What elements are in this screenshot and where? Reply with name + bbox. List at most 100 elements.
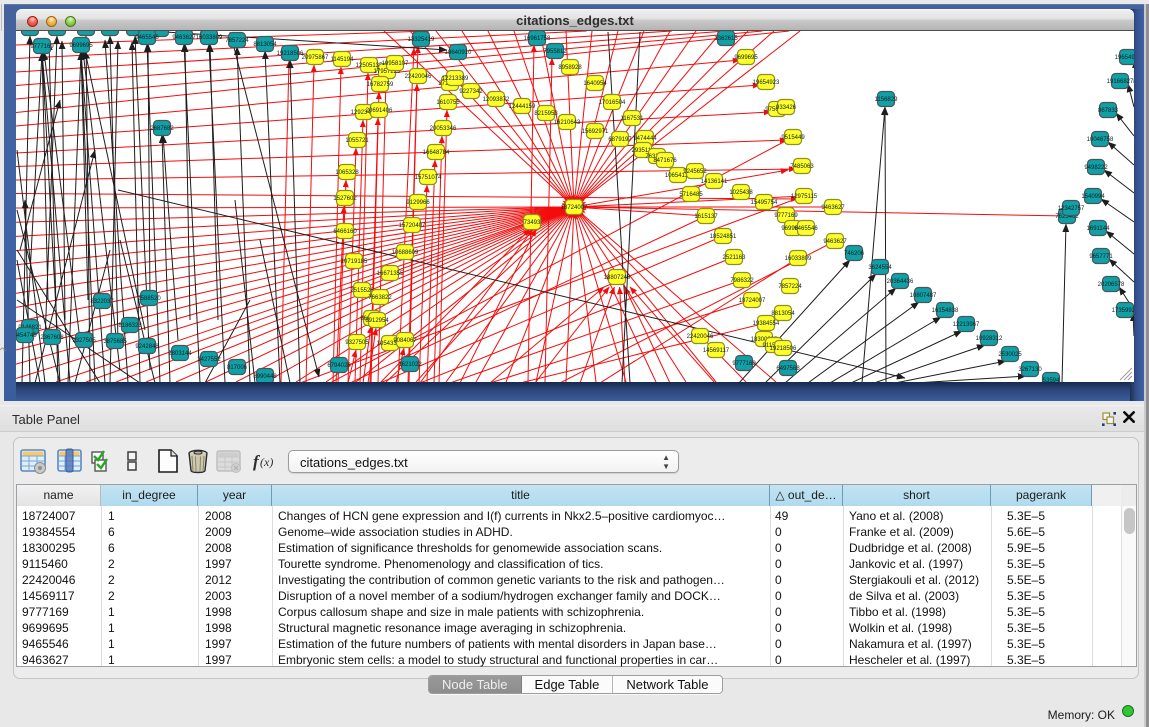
svg-text:1025438: 1025438 bbox=[729, 190, 753, 196]
svg-text:18524851: 18524851 bbox=[710, 234, 737, 240]
svg-text:6466160: 6466160 bbox=[333, 229, 357, 235]
svg-text:6794028: 6794028 bbox=[327, 363, 351, 369]
svg-text:1167531: 1167531 bbox=[621, 116, 645, 122]
svg-text:10928312: 10928312 bbox=[976, 336, 1003, 342]
svg-text:8813054: 8813054 bbox=[253, 42, 277, 48]
svg-text:7663822: 7663822 bbox=[368, 295, 392, 301]
svg-text:10719185: 10719185 bbox=[341, 259, 368, 265]
svg-text:7955812: 7955812 bbox=[543, 49, 567, 55]
svg-text:9777169: 9777169 bbox=[774, 213, 798, 219]
svg-text:19218506: 19218506 bbox=[277, 51, 304, 57]
svg-text:9327505: 9327505 bbox=[72, 338, 96, 344]
svg-text:16210643: 16210643 bbox=[554, 120, 581, 126]
svg-text:15720407: 15720407 bbox=[399, 223, 426, 229]
svg-text:2367608: 2367608 bbox=[40, 335, 64, 341]
svg-text:15692971: 15692971 bbox=[582, 129, 609, 135]
svg-text:6497568: 6497568 bbox=[776, 366, 800, 372]
svg-text:10807487: 10807487 bbox=[910, 293, 937, 299]
svg-text:1615137: 1615137 bbox=[694, 214, 718, 220]
svg-text:9115460: 9115460 bbox=[99, 31, 123, 32]
svg-text:19654923: 19654923 bbox=[753, 80, 780, 86]
svg-text:1065328: 1065328 bbox=[335, 170, 359, 176]
svg-text:9084067: 9084067 bbox=[393, 338, 417, 344]
svg-text:19218506: 19218506 bbox=[770, 346, 797, 352]
svg-text:1691144: 1691144 bbox=[1087, 226, 1111, 232]
svg-text:18807249: 18807249 bbox=[604, 275, 631, 281]
svg-text:8215953: 8215953 bbox=[534, 111, 558, 117]
svg-text:19166827: 19166827 bbox=[1107, 79, 1134, 85]
svg-text:3875685: 3875685 bbox=[103, 339, 127, 345]
svg-text:9465546: 9465546 bbox=[794, 226, 818, 232]
svg-text:16782759: 16782759 bbox=[367, 82, 394, 88]
svg-text:2588520: 2588520 bbox=[137, 296, 161, 302]
svg-text:18724007: 18724007 bbox=[17, 31, 44, 32]
svg-text:10046758: 10046758 bbox=[1087, 137, 1114, 143]
svg-text:12213967: 12213967 bbox=[953, 322, 980, 328]
svg-text:8471676: 8471676 bbox=[653, 158, 677, 164]
svg-text:19654983: 19654983 bbox=[1115, 55, 1134, 61]
svg-text:2687682: 2687682 bbox=[150, 126, 174, 132]
svg-text:8958928: 8958928 bbox=[558, 65, 582, 71]
svg-text:7857224: 7857224 bbox=[225, 38, 249, 44]
svg-text:12975115: 12975115 bbox=[791, 194, 818, 200]
svg-text:17016504: 17016504 bbox=[599, 100, 626, 106]
svg-text:22420046: 22420046 bbox=[687, 334, 714, 340]
svg-text:16961758: 16961758 bbox=[524, 36, 551, 42]
svg-text:8912954: 8912954 bbox=[365, 318, 389, 324]
svg-text:12444159: 12444159 bbox=[509, 104, 536, 110]
svg-text:9515449: 9515449 bbox=[781, 135, 805, 141]
svg-text:19384554: 19384554 bbox=[753, 321, 780, 327]
svg-text:9245652: 9245652 bbox=[683, 169, 707, 175]
svg-text:12213389: 12213389 bbox=[442, 76, 469, 82]
svg-text:8454749: 8454749 bbox=[16, 333, 37, 339]
svg-text:16033809: 16033809 bbox=[196, 35, 223, 41]
svg-text:1362615: 1362615 bbox=[714, 36, 738, 42]
svg-text:3624554: 3624554 bbox=[868, 265, 892, 271]
svg-text:3267130: 3267130 bbox=[1018, 367, 1042, 373]
svg-text:19958107: 19958107 bbox=[382, 61, 409, 67]
svg-text:1640954: 1640954 bbox=[583, 81, 607, 87]
svg-text:1145194: 1145194 bbox=[331, 57, 355, 63]
svg-text:16648784: 16648784 bbox=[423, 150, 450, 156]
svg-text:17359924: 17359924 bbox=[1112, 308, 1134, 314]
svg-text:9463627: 9463627 bbox=[823, 239, 847, 245]
svg-text:20691406: 20691406 bbox=[366, 108, 393, 114]
svg-text:1610755: 1610755 bbox=[436, 100, 460, 106]
svg-text:9129966: 9129966 bbox=[406, 200, 430, 206]
svg-text:9227342: 9227342 bbox=[459, 89, 483, 95]
svg-text:9699695: 9699695 bbox=[69, 43, 93, 49]
svg-text:2521163: 2521163 bbox=[723, 255, 747, 261]
svg-text:9777169: 9777169 bbox=[732, 361, 756, 367]
svg-text:9498222: 9498222 bbox=[1084, 165, 1108, 171]
svg-text:8322037: 8322037 bbox=[90, 299, 114, 305]
svg-text:18724007: 18724007 bbox=[739, 298, 766, 304]
svg-text:16033809: 16033809 bbox=[785, 256, 812, 262]
svg-text:1055721: 1055721 bbox=[345, 138, 369, 144]
svg-text:16154838: 16154838 bbox=[932, 308, 959, 314]
svg-text:1527602: 1527602 bbox=[333, 196, 357, 202]
svg-text:7485063: 7485063 bbox=[790, 164, 814, 170]
svg-text:10688609: 10688609 bbox=[392, 250, 419, 256]
svg-text:933426: 933426 bbox=[776, 105, 797, 111]
svg-text:53594: 53594 bbox=[1043, 378, 1060, 382]
svg-text:13325419: 13325419 bbox=[408, 37, 435, 43]
svg-text:(x): (x) bbox=[260, 455, 273, 469]
svg-text:19384554: 19384554 bbox=[44, 31, 71, 32]
svg-text:817006: 817006 bbox=[227, 365, 248, 371]
svg-text:746206: 746206 bbox=[844, 251, 865, 257]
svg-text:16671355: 16671355 bbox=[377, 271, 404, 277]
svg-text:18300295: 18300295 bbox=[73, 31, 100, 32]
svg-text:6879197: 6879197 bbox=[608, 137, 632, 143]
svg-text:7515526: 7515526 bbox=[350, 288, 374, 294]
svg-text:15751074: 15751074 bbox=[415, 175, 442, 181]
svg-text:2803144: 2803144 bbox=[168, 351, 192, 357]
svg-text:1540994: 1540994 bbox=[1081, 194, 1105, 200]
svg-text:2530025: 2530025 bbox=[998, 352, 1022, 358]
svg-text:12342757: 12342757 bbox=[1058, 206, 1085, 212]
svg-text:1621022: 1621022 bbox=[398, 362, 422, 368]
svg-text:18640910: 18640910 bbox=[445, 50, 472, 56]
svg-text:9463627: 9463627 bbox=[172, 35, 196, 41]
svg-text:9699695: 9699695 bbox=[734, 55, 758, 61]
svg-text:867833: 867833 bbox=[1098, 108, 1119, 114]
svg-text:7986322: 7986322 bbox=[730, 278, 754, 284]
